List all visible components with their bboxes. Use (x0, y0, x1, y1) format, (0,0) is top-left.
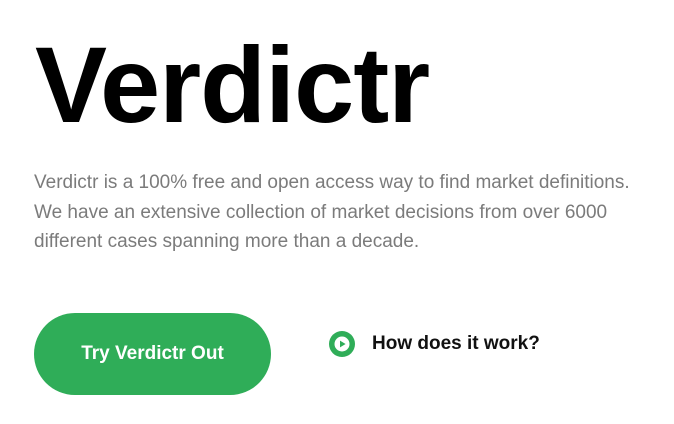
try-verdictr-button-label: Try Verdictr Out (81, 343, 224, 364)
try-verdictr-button[interactable]: Try Verdictr Out (34, 313, 271, 395)
hero-section: Verdictr Verdictr is a 100% free and ope… (0, 0, 674, 424)
how-it-works-label: How does it work? (372, 333, 540, 354)
page-title: Verdictr (35, 24, 430, 145)
how-it-works-link[interactable]: How does it work? (329, 330, 540, 358)
hero-description: Verdictr is a 100% free and open access … (34, 172, 630, 252)
play-circle-icon (329, 331, 355, 357)
